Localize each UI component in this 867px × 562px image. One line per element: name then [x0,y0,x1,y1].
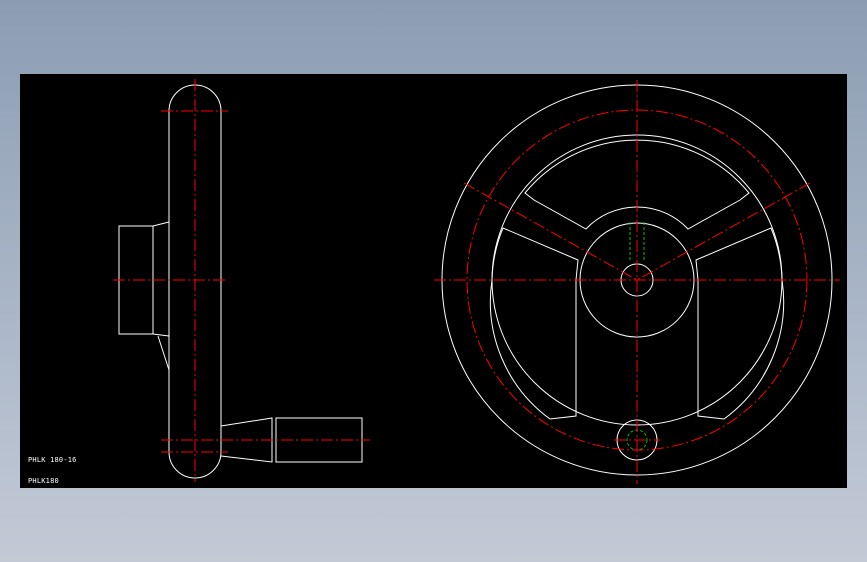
hub-side-step [152,333,170,337]
part-number-label: PHLK 180-16 [28,456,77,464]
opening-left [489,227,579,420]
centerline-spoke [636,182,811,281]
side-view-centerlines [113,79,370,482]
hub-side-step [152,221,170,227]
front-view-centerlines [434,80,840,484]
side-view [118,84,363,479]
handwheel-drawing [113,79,840,484]
opening-right [695,227,785,420]
spoke-side-edge [157,335,170,371]
model-label: PHLK180 [28,477,59,485]
centerline-spoke [463,182,638,281]
cad-viewport[interactable]: PHLK 180-16 PHLK180 [20,74,847,488]
